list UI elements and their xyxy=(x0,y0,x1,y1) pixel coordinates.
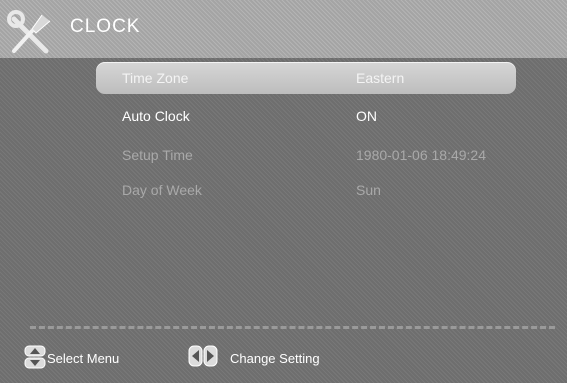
left-right-arrows-icon xyxy=(188,345,218,367)
time-zone-label: Time Zone xyxy=(122,70,189,86)
change-setting-label: Change Setting xyxy=(230,351,320,366)
day-of-week-label: Day of Week xyxy=(122,182,202,198)
menu-row-auto-clock[interactable]: Auto Clock ON xyxy=(96,102,556,130)
setup-time-value: 1980-01-06 18:49:24 xyxy=(356,147,486,163)
settings-screen: CLOCK Time Zone Eastern Auto Clock ON Se… xyxy=(0,0,567,383)
time-zone-value: Eastern xyxy=(356,70,405,86)
menu-row-time-zone[interactable]: Time Zone Eastern xyxy=(96,62,516,94)
footer-divider xyxy=(30,326,555,329)
auto-clock-label: Auto Clock xyxy=(122,108,190,124)
page-title: CLOCK xyxy=(70,16,141,37)
menu-row-setup-time[interactable]: Setup Time 1980-01-06 18:49:24 xyxy=(96,141,556,169)
day-of-week-value: Sun xyxy=(356,182,381,198)
tools-icon xyxy=(7,10,51,54)
menu-row-day-of-week[interactable]: Day of Week Sun xyxy=(96,176,556,204)
select-menu-label: Select Menu xyxy=(47,351,120,366)
setup-time-label: Setup Time xyxy=(122,147,193,163)
auto-clock-value: ON xyxy=(356,108,377,124)
header-bar: CLOCK xyxy=(0,0,567,58)
up-down-arrows-icon xyxy=(24,345,46,369)
